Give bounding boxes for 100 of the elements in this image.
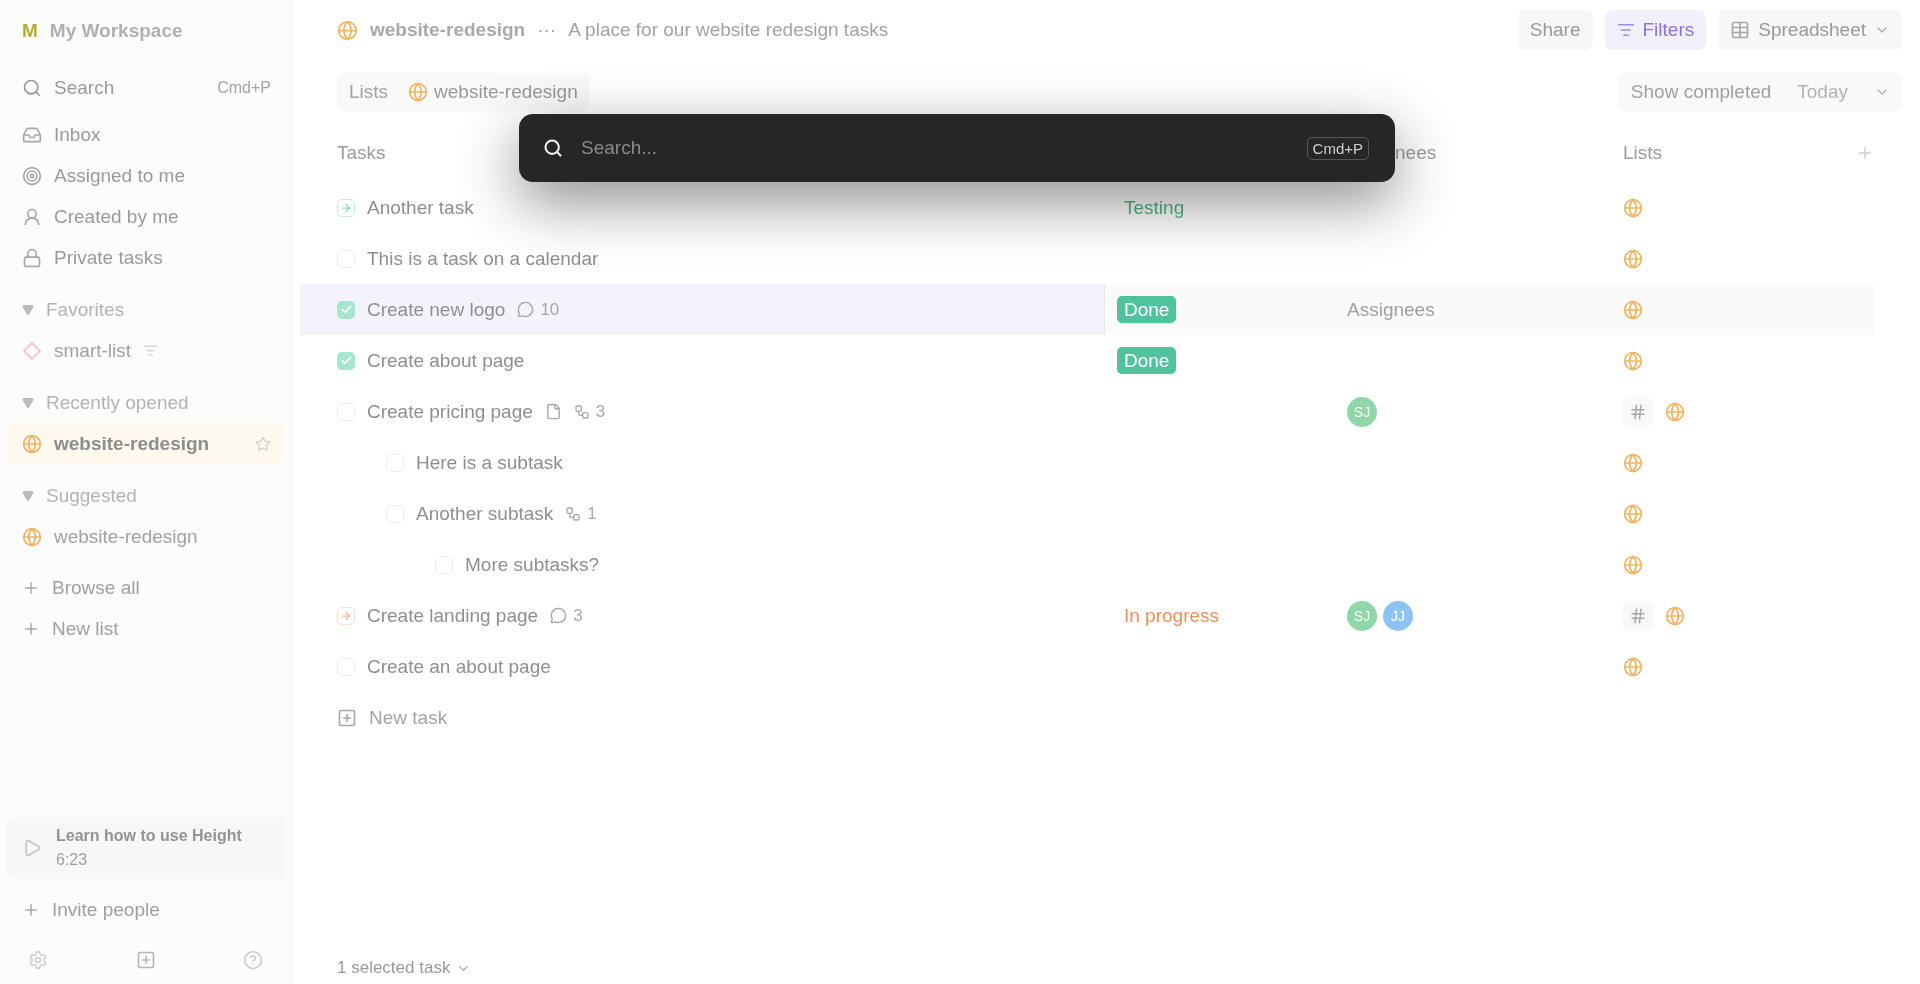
search-dialog[interactable]: Search... Cmd+P <box>519 114 1395 182</box>
workspace-name[interactable]: My Workspace <box>49 20 183 42</box>
task-row[interactable]: Create pricing page 3 SJ <box>300 386 1874 437</box>
comment-count: 10 <box>540 299 560 320</box>
list-item[interactable]: smart-list <box>6 330 285 371</box>
list-title: website-redesign <box>370 19 526 41</box>
comment-count: 3 <box>573 605 583 626</box>
task-row[interactable]: Create landing page 3 In progress SJ JJ <box>300 590 1874 641</box>
task-title: Another subtask <box>416 502 554 525</box>
arrow-icon <box>340 609 352 622</box>
caret-icon[interactable] <box>22 303 34 316</box>
task-title: This is a task on a calendar <box>367 247 599 270</box>
assignee-avatar[interactable]: SJ <box>1347 396 1377 427</box>
section-title[interactable]: Favorites <box>46 298 125 321</box>
task-title: More subtasks? <box>465 553 600 576</box>
sidebar-action[interactable]: New list <box>6 608 285 649</box>
task-checkbox[interactable] <box>337 606 355 625</box>
task-checkbox[interactable] <box>337 300 355 319</box>
caret-icon[interactable] <box>22 396 34 409</box>
column-header[interactable]: nees <box>1395 142 1437 164</box>
add-column-icon[interactable] <box>1856 144 1874 162</box>
tutorial-title: Learn how to use Height <box>56 827 242 845</box>
caret-icon[interactable] <box>22 489 34 502</box>
hash-icon <box>1629 402 1647 421</box>
breadcrumb-link[interactable]: Lists <box>349 81 389 103</box>
globe-icon <box>22 433 42 454</box>
assignee-placeholder[interactable]: Assignees <box>1347 298 1435 321</box>
globe-icon <box>22 526 42 547</box>
subtask-count: 1 <box>587 503 597 524</box>
task-row[interactable]: This is a task on a calendar <box>300 233 1874 284</box>
shortcut-hint: Cmd+P <box>1306 136 1369 160</box>
list-description: A place for our website redesign tasks <box>568 19 889 41</box>
task-checkbox[interactable] <box>337 351 355 370</box>
target-icon <box>22 165 42 186</box>
more-menu[interactable]: ··· <box>537 19 557 41</box>
task-row[interactable]: Another task Testing <box>300 182 1874 233</box>
status-label[interactable]: In progress <box>1117 601 1227 629</box>
task-checkbox[interactable] <box>337 198 355 217</box>
task-title: Create about page <box>367 349 525 372</box>
task-row[interactable]: Create new logo 10 Done Assignees <box>300 284 1874 335</box>
search-icon <box>22 78 42 98</box>
task-row[interactable]: Create an about page <box>300 641 1874 692</box>
status-label[interactable]: Testing <box>1117 193 1192 221</box>
filter-icon <box>1616 21 1635 39</box>
subtask-icon <box>573 403 590 420</box>
assignee-avatar[interactable]: SJ <box>1347 600 1377 631</box>
period-dropdown[interactable]: Today <box>1797 81 1848 103</box>
header-button[interactable]: Filters <box>1604 10 1707 50</box>
nav-item[interactable]: Inbox <box>6 114 285 155</box>
task-row[interactable]: More subtasks? <box>300 539 1874 590</box>
task-title: Create landing page <box>367 604 539 627</box>
column-header[interactable]: Tasks <box>337 142 386 164</box>
tutorial-card[interactable]: Learn how to use Height 6:23 <box>6 817 285 879</box>
nav-item[interactable]: Created by me <box>6 196 285 237</box>
selection-dropdown[interactable]: 1 selected task <box>300 958 472 978</box>
task-title: Create an about page <box>367 655 551 678</box>
table-icon <box>1730 20 1751 40</box>
task-title: Here is a subtask <box>416 451 563 474</box>
assignee-avatar[interactable]: JJ <box>1383 600 1413 631</box>
task-title: Another task <box>367 196 474 219</box>
task-row[interactable]: Create about page Done <box>300 335 1874 386</box>
section-title[interactable]: Recently opened <box>46 391 189 414</box>
arrow-icon <box>340 201 352 214</box>
plus-icon <box>337 707 357 728</box>
task-title: Create pricing page <box>367 400 533 423</box>
globe-icon <box>337 19 358 41</box>
show-completed-toggle[interactable]: Show completed <box>1630 81 1772 103</box>
check-icon <box>339 354 353 367</box>
task-row[interactable]: Another subtask 1 <box>300 488 1874 539</box>
search-field[interactable]: Search... <box>579 136 1291 160</box>
status-label[interactable]: Done <box>1117 295 1177 323</box>
comment-icon <box>550 607 568 624</box>
hash-icon <box>1629 606 1647 625</box>
header-button[interactable]: Share <box>1517 10 1593 50</box>
list-item[interactable]: website-redesign <box>6 516 285 557</box>
breadcrumb-link[interactable]: website-redesign <box>408 81 578 103</box>
nav-item[interactable]: Assigned to me <box>6 155 285 196</box>
workspace-initial: M <box>22 20 38 42</box>
tutorial-duration: 6:23 <box>56 851 89 869</box>
play-icon <box>22 838 42 858</box>
tag-chip[interactable] <box>1623 600 1653 631</box>
filter-icon <box>143 343 159 358</box>
header-button[interactable]: Spreadsheet <box>1718 10 1902 50</box>
person-icon <box>22 206 42 227</box>
column-header[interactable]: Lists <box>1623 142 1663 164</box>
invite-item[interactable]: Invite people <box>6 889 285 930</box>
tag-chip[interactable] <box>1623 396 1653 427</box>
section-title[interactable]: Suggested <box>46 484 137 507</box>
globe-icon <box>408 82 429 102</box>
sidebar-action[interactable]: Browse all <box>6 567 285 608</box>
status-label[interactable]: Done <box>1117 346 1177 374</box>
search-item[interactable]: Search Cmd+P <box>6 62 285 114</box>
comment-icon <box>517 301 535 318</box>
list-item[interactable]: website-redesign <box>6 423 285 464</box>
nav-item[interactable]: Private tasks <box>6 237 285 278</box>
search-icon <box>543 138 563 158</box>
star-icon[interactable] <box>255 435 271 452</box>
new-task-button[interactable]: New task <box>300 692 448 743</box>
subtask-icon <box>565 505 582 522</box>
task-row[interactable]: Here is a subtask <box>300 437 1874 488</box>
